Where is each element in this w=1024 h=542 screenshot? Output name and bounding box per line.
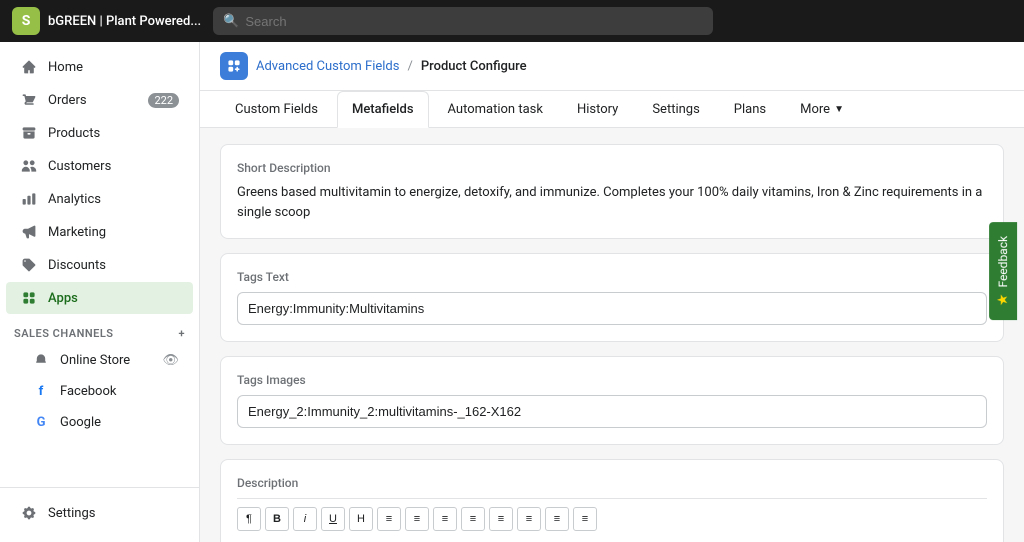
shopify-icon: S — [12, 7, 40, 35]
toolbar-list-btn[interactable]: ≡ — [489, 507, 513, 531]
sales-channels-title: SALES CHANNELS — [14, 327, 114, 340]
sidebar-item-settings[interactable]: Settings — [6, 497, 193, 529]
tabs-bar: Custom Fields Metafields Automation task… — [200, 91, 1024, 128]
online-store-icon — [32, 351, 50, 369]
customers-icon — [20, 157, 38, 175]
discounts-icon — [20, 256, 38, 274]
feedback-star-icon: ★ — [995, 294, 1011, 307]
short-description-label: Short Description — [237, 161, 987, 175]
tags-images-card: Tags Images — [220, 356, 1004, 445]
online-store-label: Online Store — [60, 353, 130, 368]
sidebar: Home Orders 222 Products Customers — [0, 42, 200, 542]
toolbar-outdent-btn[interactable]: ≡ — [573, 507, 597, 531]
feedback-label: Feedback — [996, 236, 1010, 288]
breadcrumb-current: Product Configure — [421, 59, 527, 74]
sidebar-nav: Home Orders 222 Products Customers — [0, 42, 199, 487]
tags-text-label: Tags Text — [237, 270, 987, 284]
toolbar-align-justify-btn[interactable]: ≡ — [461, 507, 485, 531]
sidebar-item-marketing-label: Marketing — [48, 225, 106, 240]
toolbar-align-center-btn[interactable]: ≡ — [405, 507, 429, 531]
marketing-icon — [20, 223, 38, 241]
sidebar-item-analytics-label: Analytics — [48, 192, 101, 207]
sidebar-item-discounts[interactable]: Discounts — [6, 249, 193, 281]
sidebar-item-apps[interactable]: Apps — [6, 282, 193, 314]
products-icon — [20, 124, 38, 142]
breadcrumb-parent[interactable]: Advanced Custom Fields — [256, 59, 399, 74]
tags-text-card: Tags Text — [220, 253, 1004, 342]
facebook-icon: f — [32, 382, 50, 400]
search-input[interactable] — [245, 14, 703, 29]
main-content: Advanced Custom Fields / Product Configu… — [200, 42, 1024, 542]
sidebar-item-products[interactable]: Products — [6, 117, 193, 149]
sidebar-item-facebook[interactable]: f Facebook — [6, 376, 193, 406]
store-name: bGREEN | Plant Powered... — [48, 14, 201, 29]
tags-images-input[interactable] — [237, 395, 987, 428]
facebook-label: Facebook — [60, 384, 116, 399]
tab-settings[interactable]: Settings — [637, 91, 714, 128]
settings-icon — [20, 504, 38, 522]
toolbar-bold-btn[interactable]: B — [265, 507, 289, 531]
topbar: S bGREEN | Plant Powered... 🔍 — [0, 0, 1024, 42]
add-sales-channel-icon[interactable]: + — [178, 327, 185, 340]
sidebar-item-google[interactable]: G Google — [6, 407, 193, 437]
tab-plans[interactable]: Plans — [719, 91, 781, 128]
sidebar-item-customers[interactable]: Customers — [6, 150, 193, 182]
breadcrumb-separator: / — [407, 59, 412, 74]
tab-automation-task[interactable]: Automation task — [433, 91, 558, 128]
feedback-button[interactable]: ★ Feedback — [989, 222, 1017, 320]
app-icon — [220, 52, 248, 80]
short-description-value: Greens based multivitamin to energize, d… — [237, 183, 987, 222]
toolbar-indent-btn[interactable]: ≡ — [545, 507, 569, 531]
sidebar-item-apps-label: Apps — [48, 291, 78, 306]
breadcrumb-bar: Advanced Custom Fields / Product Configu… — [200, 42, 1024, 91]
eye-icon[interactable]: 👁 — [162, 353, 179, 368]
sidebar-item-marketing[interactable]: Marketing — [6, 216, 193, 248]
description-toolbar: ¶ B i U H ≡ ≡ ≡ ≡ ≡ ≡ ≡ ≡ — [237, 498, 987, 537]
toolbar-paragraph-btn[interactable]: ¶ — [237, 507, 261, 531]
search-bar[interactable]: 🔍 — [213, 7, 713, 35]
tab-custom-fields[interactable]: Custom Fields — [220, 91, 333, 128]
short-description-card: Short Description Greens based multivita… — [220, 144, 1004, 239]
toolbar-underline-btn[interactable]: U — [321, 507, 345, 531]
sidebar-item-orders-label: Orders — [48, 93, 87, 108]
toolbar-ordered-list-btn[interactable]: ≡ — [517, 507, 541, 531]
orders-icon — [20, 91, 38, 109]
sidebar-item-orders[interactable]: Orders 222 — [6, 84, 193, 116]
sidebar-item-customers-label: Customers — [48, 159, 111, 174]
sales-channels-section: SALES CHANNELS + — [0, 315, 199, 344]
orders-badge: 222 — [148, 93, 179, 108]
search-icon: 🔍 — [223, 14, 239, 29]
sidebar-item-online-store[interactable]: Online Store 👁 — [6, 345, 193, 375]
home-icon — [20, 58, 38, 76]
description-card: Description ¶ B i U H ≡ ≡ ≡ ≡ ≡ ≡ ≡ ≡ — [220, 459, 1004, 542]
content-area: Short Description Greens based multivita… — [200, 128, 1024, 542]
toolbar-italic-btn[interactable]: i — [293, 507, 317, 531]
sidebar-item-home[interactable]: Home — [6, 51, 193, 83]
apps-icon — [20, 289, 38, 307]
sidebar-item-analytics[interactable]: Analytics — [6, 183, 193, 215]
tab-history[interactable]: History — [562, 91, 633, 128]
sidebar-settings: Settings — [0, 487, 199, 542]
google-icon: G — [32, 413, 50, 431]
google-label: Google — [60, 415, 101, 430]
chevron-down-icon: ▼ — [834, 104, 844, 115]
toolbar-align-left-btn[interactable]: ≡ — [377, 507, 401, 531]
tab-more[interactable]: More ▼ — [785, 91, 859, 128]
toolbar-align-right-btn[interactable]: ≡ — [433, 507, 457, 531]
store-logo-area: S bGREEN | Plant Powered... — [12, 7, 201, 35]
sidebar-item-home-label: Home — [48, 60, 83, 75]
sidebar-item-discounts-label: Discounts — [48, 258, 106, 273]
description-label: Description — [237, 476, 987, 490]
settings-label: Settings — [48, 506, 95, 521]
sidebar-item-products-label: Products — [48, 126, 100, 141]
analytics-icon — [20, 190, 38, 208]
toolbar-heading-btn[interactable]: H — [349, 507, 373, 531]
tags-images-label: Tags Images — [237, 373, 987, 387]
tab-metafields[interactable]: Metafields — [337, 91, 429, 128]
tags-text-input[interactable] — [237, 292, 987, 325]
